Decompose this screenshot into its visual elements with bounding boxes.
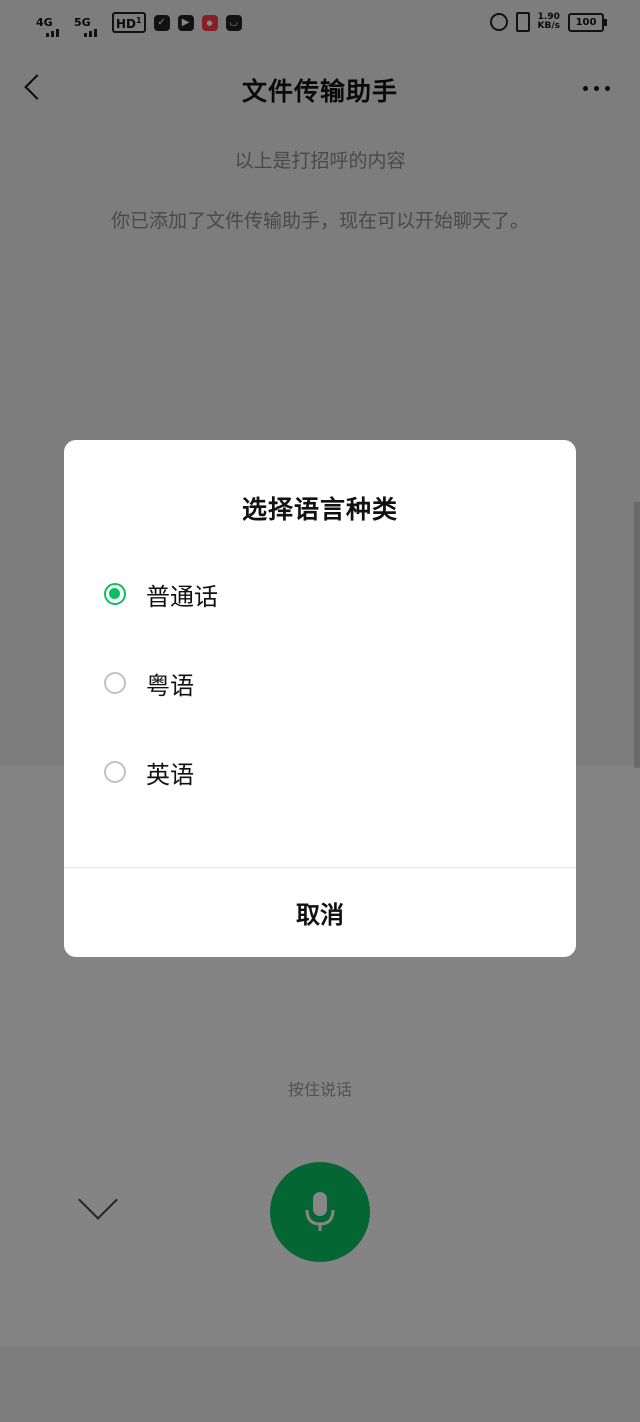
option-english[interactable]: 英语: [104, 744, 536, 800]
language-select-dialog: 选择语言种类 普通话 粤语 英语 取消: [64, 440, 576, 957]
dialog-title: 选择语言种类: [241, 495, 398, 524]
radio-checked-icon[interactable]: [104, 583, 126, 605]
radio-unchecked-icon[interactable]: [104, 672, 126, 694]
option-cantonese[interactable]: 粤语: [104, 655, 536, 711]
radio-unchecked-icon[interactable]: [104, 761, 126, 783]
cancel-button[interactable]: 取消: [64, 868, 576, 957]
option-mandarin[interactable]: 普通话: [104, 566, 536, 622]
option-label: 粤语: [146, 671, 194, 700]
scroll-indicator: [634, 502, 640, 768]
option-label: 英语: [146, 760, 194, 789]
option-label: 普通话: [146, 582, 218, 611]
